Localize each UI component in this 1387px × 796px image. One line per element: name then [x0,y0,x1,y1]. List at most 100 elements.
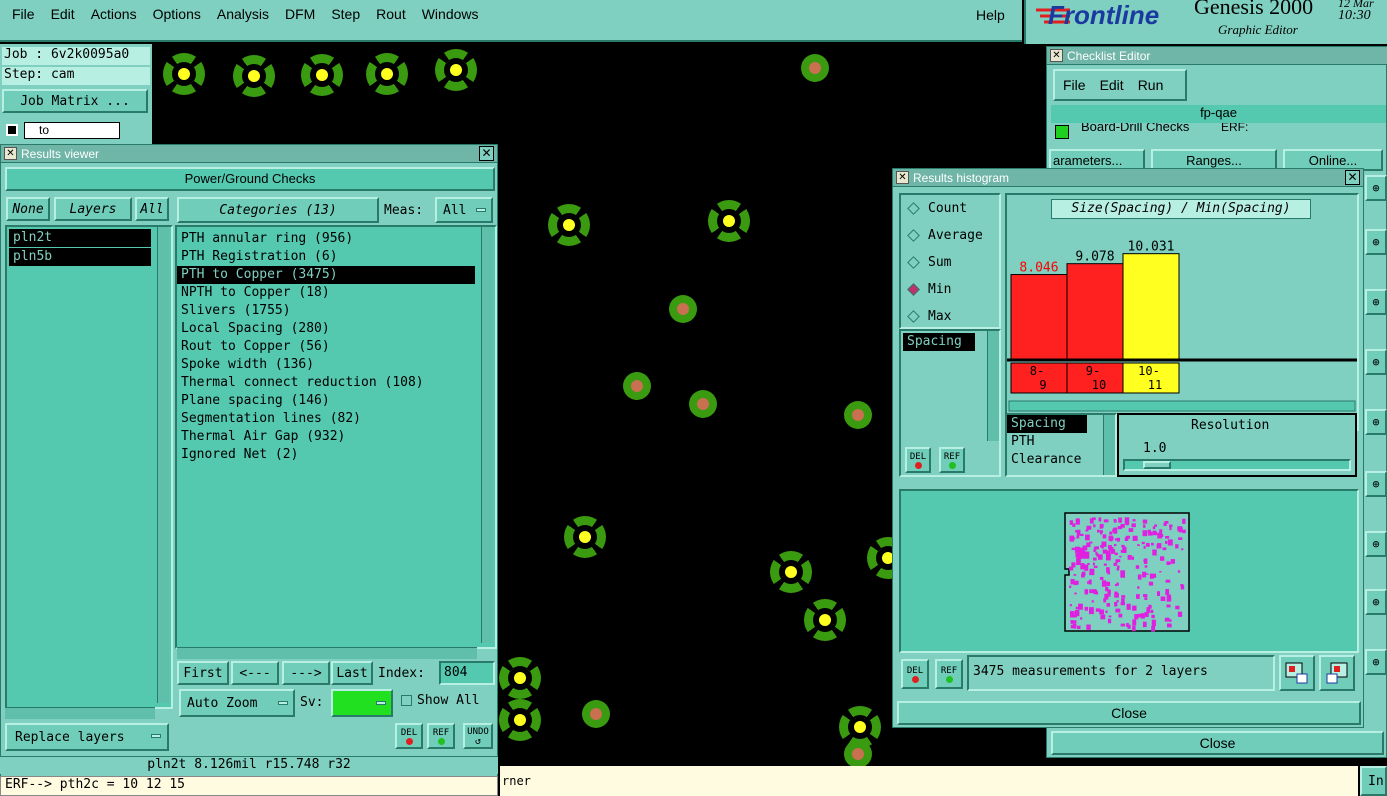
zoom-icon[interactable]: ⊕ [1365,531,1387,557]
param-item[interactable]: Spacing [1007,415,1087,433]
checklist-close-button[interactable]: Close [1051,731,1384,755]
layers-button[interactable]: Layers [54,197,132,221]
category-item[interactable]: Spoke width (136) [177,356,475,374]
mode-radio-max[interactable]: Max [907,309,951,324]
histogram-close-button[interactable]: Close [897,701,1361,725]
category-item[interactable]: Plane spacing (146) [177,392,475,410]
checklist-editor-titlebar[interactable]: ✕ Checklist Editor [1047,47,1387,65]
chart-hscrollbar[interactable] [1008,400,1356,412]
zoom-icon[interactable]: ⊕ [1365,471,1387,497]
menu-analysis[interactable]: Analysis [217,6,269,26]
mode-radio-min[interactable]: Min [907,282,951,297]
categories-list[interactable]: PTH annular ring (956) PTH Registration (… [175,225,497,649]
job-matrix-button[interactable]: Job Matrix ... [2,89,148,113]
category-item[interactable]: PTH Registration (6) [177,248,475,266]
zoom-icon[interactable]: ⊕ [1365,589,1387,615]
checklist-row[interactable]: Board-Drill Checks ERF: [1051,123,1381,143]
replace-layers-button[interactable]: Replace layers [5,723,169,751]
zoom-icon[interactable]: ⊕ [1365,175,1387,201]
last-button[interactable]: Last [331,661,373,685]
measure-item[interactable]: Spacing [903,333,975,351]
category-item[interactable]: Rout to Copper (56) [177,338,475,356]
preview-ref-button[interactable]: REF [935,659,963,689]
status-line-2[interactable]: ERF--> pth2c = 10 12 15 [0,776,498,796]
histogram-bar[interactable] [1010,274,1068,360]
show-all-checkbox[interactable] [401,695,412,706]
hist-ref-button[interactable]: REF [939,447,965,473]
preview-del-button[interactable]: DEL [901,659,929,689]
close-icon[interactable]: ✕ [1345,170,1360,185]
prev-button[interactable]: <--- [231,661,279,685]
results-viewer-titlebar[interactable]: ✕ Results viewer ✕ [1,145,497,163]
layers-hscrollbar[interactable] [5,707,155,719]
zoom-icon[interactable]: ⊕ [1365,289,1387,315]
param-scrollbar[interactable] [1103,415,1115,475]
board-preview[interactable] [899,489,1359,653]
sv-color-select[interactable] [331,689,393,717]
ref-button[interactable]: REF [427,723,455,749]
resolution-slider-handle[interactable] [1143,461,1171,469]
categories-button[interactable]: Categories (13) [177,197,379,223]
layers-list[interactable]: pln2t pln5b [5,225,173,709]
layer-item[interactable]: pln5b [9,248,151,266]
menu-edit[interactable]: Edit [51,6,75,26]
to-field[interactable]: to [24,122,120,139]
categories-hscrollbar[interactable] [177,647,477,659]
menu-step[interactable]: Step [331,6,360,26]
all-layers-button[interactable]: All [135,197,169,221]
histogram-bar[interactable] [1066,263,1124,360]
checklist-menu-edit[interactable]: Edit [1100,77,1124,93]
category-item[interactable]: Slivers (1755) [177,302,475,320]
checklist-menu-run[interactable]: Run [1138,77,1164,93]
menu-options[interactable]: Options [153,6,201,26]
histogram-bar[interactable] [1122,253,1180,360]
del-button[interactable]: DEL [395,723,423,749]
close-icon[interactable]: ✕ [479,146,494,161]
category-item[interactable]: Local Spacing (280) [177,320,475,338]
histogram-titlebar[interactable]: ✕ Results histogram ✕ [893,169,1363,187]
resolution-slider[interactable] [1123,459,1351,471]
index-input[interactable]: 804 [439,661,495,685]
param-item[interactable]: Clearance [1007,451,1087,469]
category-item[interactable]: PTH annular ring (956) [177,230,475,248]
mode-radio-sum[interactable]: Sum [907,255,951,270]
mode-radio-count[interactable]: Count [907,201,967,216]
none-button[interactable]: None [6,197,50,221]
zoom-icon[interactable]: ⊕ [1365,409,1387,435]
layer-item[interactable]: pln2t [9,229,151,247]
checklist-menu-file[interactable]: File [1063,77,1086,93]
layers-scrollbar[interactable] [157,227,169,703]
histogram-chart[interactable]: Size(Spacing) / Min(Spacing) 8.046 8- 9 9.0… [1005,193,1359,431]
param-list[interactable]: Spacing PTH Clearance [1005,413,1117,477]
menu-dfm[interactable]: DFM [285,6,315,26]
category-item[interactable]: PTH to Copper (3475) [177,266,475,284]
menu-help[interactable]: Help [976,7,1005,23]
import-image-icon[interactable] [1319,655,1355,691]
menu-rout[interactable]: Rout [376,6,406,26]
hist-del-button[interactable]: DEL [905,447,931,473]
undo-button[interactable]: UNDO ↺ [463,723,493,749]
first-button[interactable]: First [177,661,229,685]
mode-radio-average[interactable]: Average [907,228,983,243]
measure-scrollbar[interactable] [987,331,999,441]
auto-zoom-select[interactable]: Auto Zoom [179,689,295,717]
category-item[interactable]: Thermal connect reduction (108) [177,374,475,392]
measure-list[interactable]: Spacing DEL REF [899,329,1001,477]
category-item[interactable]: Segmentation lines (82) [177,410,475,428]
category-item[interactable]: Ignored Net (2) [177,446,475,464]
zoom-icon[interactable]: ⊕ [1365,229,1387,255]
menu-file[interactable]: File [12,6,35,26]
zoom-icon[interactable]: ⊕ [1365,349,1387,375]
window-menu-icon[interactable]: ✕ [4,147,17,160]
menu-windows[interactable]: Windows [422,6,479,26]
corner-button[interactable]: In [1360,766,1387,796]
menu-actions[interactable]: Actions [91,6,137,26]
to-checkbox[interactable] [6,124,18,136]
category-item[interactable]: Thermal Air Gap (932) [177,428,475,446]
export-image-icon[interactable] [1279,655,1315,691]
next-button[interactable]: ---> [282,661,330,685]
window-menu-icon[interactable]: ✕ [896,171,909,184]
category-item[interactable]: NPTH to Copper (18) [177,284,475,302]
zoom-icon[interactable]: ⊕ [1365,649,1387,675]
meas-select[interactable]: All [435,197,493,223]
